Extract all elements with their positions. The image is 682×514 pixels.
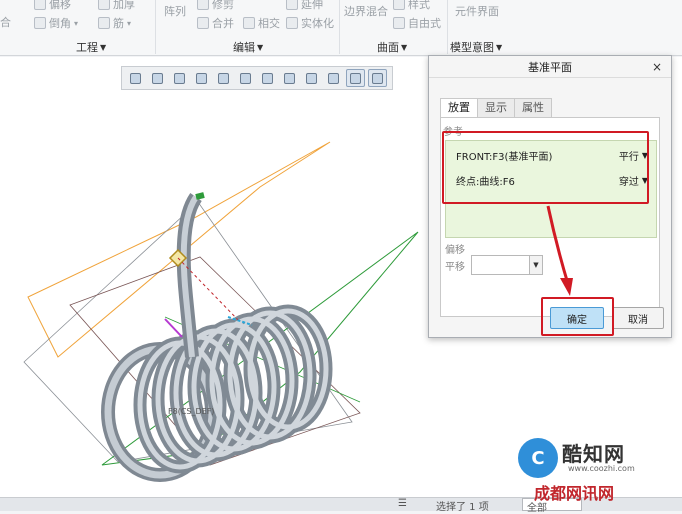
ribbon-intersect-item[interactable]: 相交 [243, 15, 280, 31]
freestyle-icon [393, 17, 405, 29]
named-views-icon [284, 72, 295, 84]
spin-center-button[interactable] [346, 69, 365, 87]
solidify-icon [286, 17, 298, 29]
zoom-out-icon [174, 72, 185, 84]
ribbon-separator [447, 0, 448, 54]
datum-planes-icon [372, 72, 383, 84]
reorient-button[interactable] [214, 69, 233, 87]
chamfer-icon [34, 17, 46, 29]
group-model-intent[interactable]: 模型意图 ▼ [450, 39, 502, 55]
ribbon-rib-item[interactable]: 筋 ▾ [98, 15, 131, 31]
tab-display[interactable]: 显示 [477, 98, 515, 117]
offset-label: 偏移 [445, 245, 465, 256]
tab-properties[interactable]: 属性 [514, 98, 552, 117]
zoom-in-button[interactable] [148, 69, 167, 87]
watermark: C 酷知网 www.coozhi.com 成都网讯网 [512, 432, 662, 508]
chevron-down-icon: ▼ [496, 42, 503, 52]
chevron-down-icon: ▾ [74, 18, 79, 28]
ribbon-thicken-item[interactable]: 加厚 [98, 0, 135, 12]
ribbon-merge-item[interactable]: 合 [0, 14, 11, 30]
translate-value-field[interactable]: ▼ [471, 255, 543, 275]
translate-label: 平移 [445, 261, 465, 273]
ribbon-offset-item[interactable]: 偏移 [34, 0, 71, 12]
annotation-arrow [546, 205, 573, 296]
view-toolbar [121, 66, 393, 90]
chevron-down-icon: ▼ [100, 42, 107, 52]
annotation-display-button[interactable] [302, 69, 321, 87]
thicken-icon [98, 0, 110, 10]
watermark-site: 成都网讯网 [534, 484, 615, 503]
spin-center-icon [350, 72, 361, 84]
ribbon-solidify-item[interactable]: 实体化 [286, 15, 334, 31]
ribbon-trim-item[interactable]: 修剪 [197, 0, 234, 12]
close-icon[interactable]: × [652, 60, 662, 74]
tab-placement[interactable]: 放置 [440, 98, 478, 118]
ribbon-separator [155, 0, 156, 54]
saved-views-button[interactable] [258, 69, 277, 87]
ribbon-chamfer-item[interactable]: 倒角 ▾ [34, 15, 78, 31]
coil-label: F8(CS_DEF) [168, 407, 214, 416]
chevron-down-icon: ▼ [257, 42, 264, 52]
ribbon-style-item[interactable]: 样式 [393, 0, 430, 12]
watermark-logo: C [518, 438, 558, 478]
filter-icon[interactable]: ☰ [398, 498, 407, 509]
ribbon-freestyle-item[interactable]: 自由式 [393, 15, 441, 31]
datum-display-button[interactable] [324, 69, 343, 87]
watermark-url: www.coozhi.com [568, 464, 635, 473]
rib-icon [98, 17, 110, 29]
ribbon-extend-item[interactable]: 延伸 [286, 0, 323, 12]
named-views-button[interactable] [280, 69, 299, 87]
repaint-icon [196, 72, 207, 84]
zoom-out-button[interactable] [170, 69, 189, 87]
group-surfaces[interactable]: 曲面 ▼ [377, 39, 407, 55]
extend-icon [286, 0, 298, 10]
dialog-title: 基准平面 [528, 60, 572, 74]
style-icon [393, 0, 405, 10]
display-style-icon [240, 72, 251, 84]
coil-spring[interactable] [101, 192, 333, 482]
cancel-button[interactable]: 取消 [612, 307, 664, 329]
zoom-fit-button[interactable] [126, 69, 145, 87]
ribbon-merge2-item[interactable]: 合并 [197, 15, 234, 31]
datum-display-icon [328, 72, 339, 84]
zoom-in-icon [152, 72, 163, 84]
ribbon-component-interface-item[interactable]: 元件界面 [455, 3, 499, 19]
chevron-down-icon: ▼ [401, 42, 408, 52]
group-engineering[interactable]: 工程 ▼ [76, 39, 106, 55]
repaint-button[interactable] [192, 69, 211, 87]
ribbon-separator [339, 0, 340, 54]
references-highlight [442, 131, 649, 204]
annotation-display-icon [306, 72, 317, 84]
group-editing[interactable]: 编辑 ▼ [233, 39, 263, 55]
datum-planes-button[interactable] [368, 69, 387, 87]
trim-icon [197, 0, 209, 10]
intersect-icon [243, 17, 255, 29]
direction-arrow-icon [164, 318, 183, 338]
ribbon-merge-label: 合 [0, 16, 11, 29]
display-style-button[interactable] [236, 69, 255, 87]
zoom-fit-icon [130, 72, 141, 84]
dialog-tabs: 放置 显示 属性 [440, 98, 552, 118]
chevron-down-icon: ▾ [127, 18, 132, 28]
offset-row: 平移 ▼ [445, 255, 543, 275]
watermark-name: 酷知网 [562, 442, 625, 466]
offset-icon [34, 0, 46, 10]
reorient-icon [218, 72, 229, 84]
ribbon: 合 偏移 倒角 ▾ 加厚 筋 ▾ 阵列 修剪 合并 相交 延伸 实体化 边界混合 样… [0, 0, 682, 56]
ok-highlight [541, 297, 614, 336]
merge-icon [197, 17, 209, 29]
ribbon-pattern-item[interactable]: 阵列 [164, 3, 186, 19]
dialog-titlebar[interactable]: 基准平面 × [429, 56, 671, 78]
saved-views-icon [262, 72, 273, 84]
ribbon-boundary-blend-item[interactable]: 边界混合 [344, 3, 388, 19]
